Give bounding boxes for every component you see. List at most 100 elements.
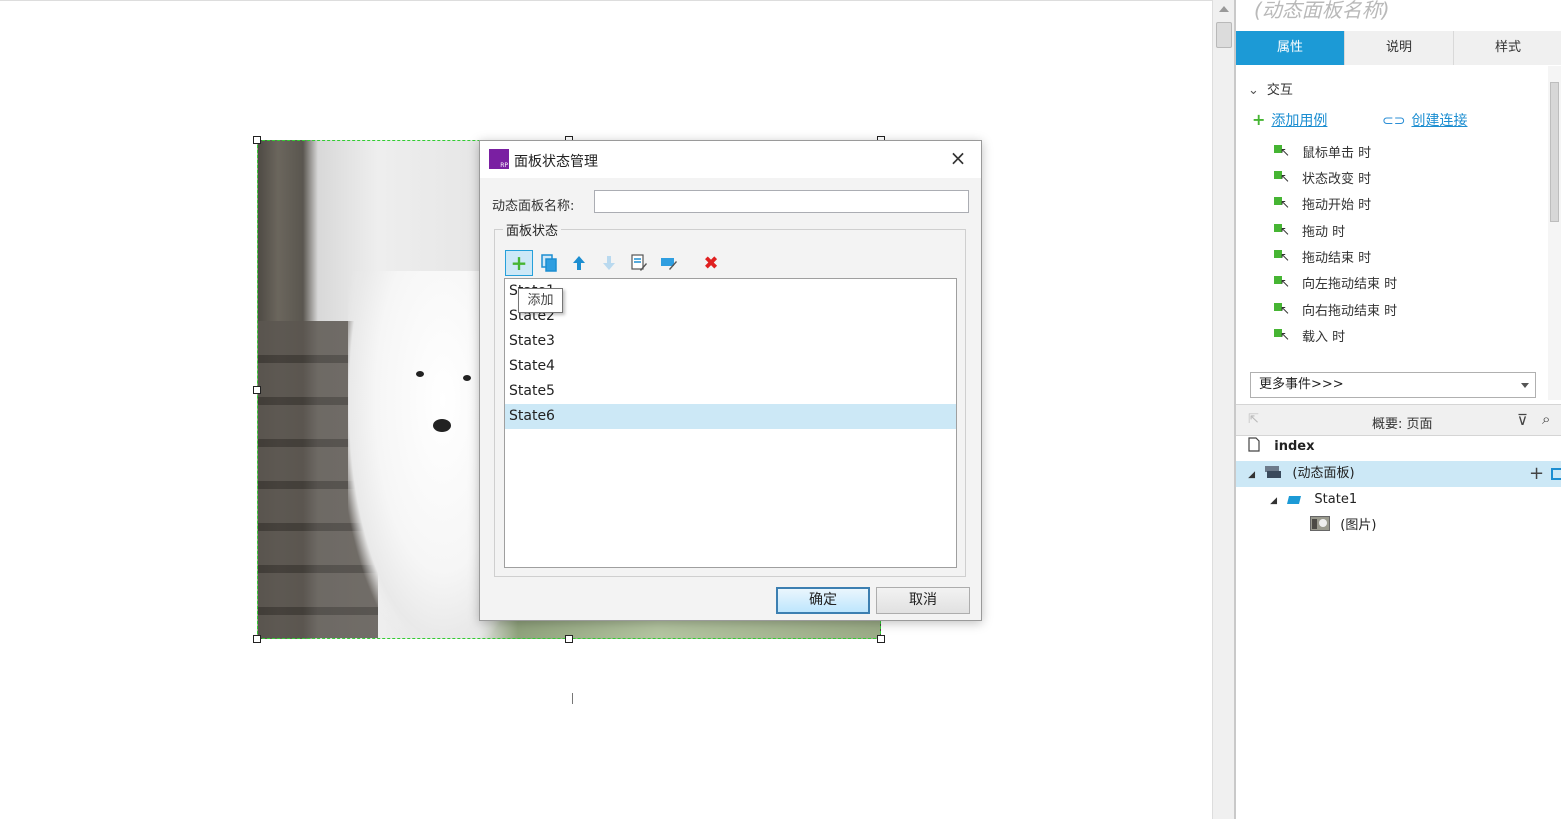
tab-notes[interactable]: 说明 [1345,31,1454,65]
event-item[interactable]: 鼠标单击 时 [1274,142,1372,164]
event-item[interactable]: 拖动开始 时 [1274,194,1371,216]
search-icon[interactable]: ⌕ [1542,410,1550,428]
event-item[interactable]: 向左拖动结束 时 [1274,273,1398,295]
state-list-item[interactable]: State3 [505,329,956,354]
resize-handle-top-left[interactable] [253,136,261,144]
panel-states-legend: 面板状态 [503,220,562,239]
outline-collapse-icon[interactable]: ⇱ [1248,412,1259,427]
arrow-down-icon [603,256,615,270]
event-label: 向左拖动结束 时 [1302,277,1398,292]
panel-frame-icon[interactable] [1551,468,1561,480]
tree-image-label: (图片) [1340,518,1377,533]
tree-item-state[interactable]: ◢ State1 [1236,487,1561,513]
create-link-link[interactable]: ⊂⊃ 创建连接 [1382,110,1467,130]
text-cursor [572,693,573,704]
tree-item-page[interactable]: index [1236,434,1561,460]
event-item[interactable]: 载入 时 [1274,326,1346,348]
event-item[interactable]: 状态改变 时 [1274,168,1372,190]
event-cursor-icon [1274,273,1290,293]
event-cursor-icon [1274,247,1290,267]
add-case-label: 添加用例 [1271,113,1328,129]
close-icon[interactable]: × [947,147,969,169]
ok-button[interactable]: 确定 [776,587,870,614]
panel-states-group: 面板状态 + ✖ State2 State3 State4 State5 Sta… [494,220,966,577]
chevron-down-icon [1521,383,1529,388]
event-cursor-icon [1274,221,1290,241]
add-case-link[interactable]: + 添加用例 [1252,110,1327,130]
canvas-vertical-scrollbar[interactable] [1212,0,1234,819]
widget-name-field[interactable]: (动态面板名称) [1254,0,1390,23]
tree-page-label: index [1274,439,1315,454]
delete-state-button[interactable]: ✖ [697,250,725,276]
scroll-up-icon[interactable] [1219,6,1229,12]
inspector-scroll-thumb[interactable] [1550,82,1559,222]
resize-handle-bottom-right[interactable] [877,635,885,643]
event-label: 状态改变 时 [1302,172,1372,187]
resize-handle-left[interactable] [253,386,261,394]
scroll-thumb[interactable] [1216,22,1232,48]
arrow-up-icon [573,256,585,270]
filter-icon[interactable]: ⊽ [1517,411,1528,429]
edit-state-button[interactable] [625,250,653,276]
state-list-item[interactable]: State5 [505,379,956,404]
event-label: 载入 时 [1302,330,1346,345]
event-cursor-icon [1274,168,1290,188]
move-up-button[interactable] [565,250,593,276]
photo-puppy-nose [433,419,451,432]
link-chain-icon: ⊂⊃ [1382,113,1406,129]
tree-item-dynamic-panel[interactable]: ◢ (动态面板) + [1236,461,1561,487]
chevron-down-icon: ⌄ [1248,83,1259,98]
event-label: 向右拖动结束 时 [1302,304,1398,319]
page-icon [1248,437,1260,452]
event-label: 鼠标单击 时 [1302,146,1372,161]
expand-triangle-icon[interactable]: ◢ [1270,488,1282,514]
photo-puppy-eye [463,375,471,381]
states-list[interactable]: State1State2State3State4State5State6 [504,278,957,568]
more-events-dropdown[interactable]: 更多事件>>> [1250,372,1536,398]
tab-style[interactable]: 样式 [1454,31,1561,65]
tree-panel-label: (动态面板) [1292,466,1355,481]
add-state-plus-icon[interactable]: + [1529,461,1544,487]
state-icon [1287,496,1302,504]
dialog-title: 面板状态管理 [514,154,598,170]
panel-name-input[interactable] [594,190,969,213]
create-link-label: 创建连接 [1411,113,1468,129]
edit-all-icon [661,258,677,270]
edit-all-states-button[interactable] [655,250,683,276]
tree-item-image[interactable]: (图片) [1236,513,1561,539]
outline-header: ⇱ 概要: 页面 ⊽ ⌕ [1236,404,1561,436]
event-cursor-icon [1274,194,1290,214]
expand-triangle-icon[interactable]: ◢ [1248,462,1260,488]
add-state-button[interactable]: + [505,250,533,276]
inspector-scrollbar[interactable] [1548,66,1561,400]
add-tooltip: 添加 [518,288,563,313]
duplicate-state-button[interactable] [535,250,563,276]
tab-properties[interactable]: 属性 [1236,31,1345,65]
axure-rp-icon [489,149,509,169]
state-list-item[interactable]: State6 [505,404,956,429]
event-label: 拖动 时 [1302,225,1346,240]
event-item[interactable]: 拖动 时 [1274,221,1346,243]
state-list-item[interactable]: State4 [505,354,956,379]
cancel-button[interactable]: 取消 [876,587,970,614]
event-item[interactable]: 拖动结束 时 [1274,247,1371,269]
photo-puppy-eye [416,371,424,377]
state-list-item[interactable]: State2 [505,304,956,329]
copy-icon [541,254,557,272]
delete-x-icon: ✖ [703,252,719,274]
outline-title: 概要: 页面 [1372,417,1433,432]
move-down-button[interactable] [595,250,623,276]
resize-handle-bottom-left[interactable] [253,635,261,643]
state-list-item[interactable]: State1 [505,279,956,304]
panel-state-manager-dialog: 面板状态管理 × 动态面板名称: 面板状态 + [479,140,982,621]
inspector-tabs: 属性 说明 样式 [1236,31,1561,65]
interaction-section-label: 交互 [1266,83,1293,98]
interaction-section-header[interactable]: ⌄ 交互 [1248,79,1293,98]
resize-handle-bottom[interactable] [565,635,573,643]
edit-document-icon [631,254,647,271]
dynamic-panel-icon [1265,466,1282,478]
event-item[interactable]: 向右拖动结束 时 [1274,300,1398,322]
dialog-titlebar[interactable]: 面板状态管理 × [480,141,981,178]
image-thumbnail-icon [1310,516,1331,531]
event-cursor-icon [1274,300,1290,320]
